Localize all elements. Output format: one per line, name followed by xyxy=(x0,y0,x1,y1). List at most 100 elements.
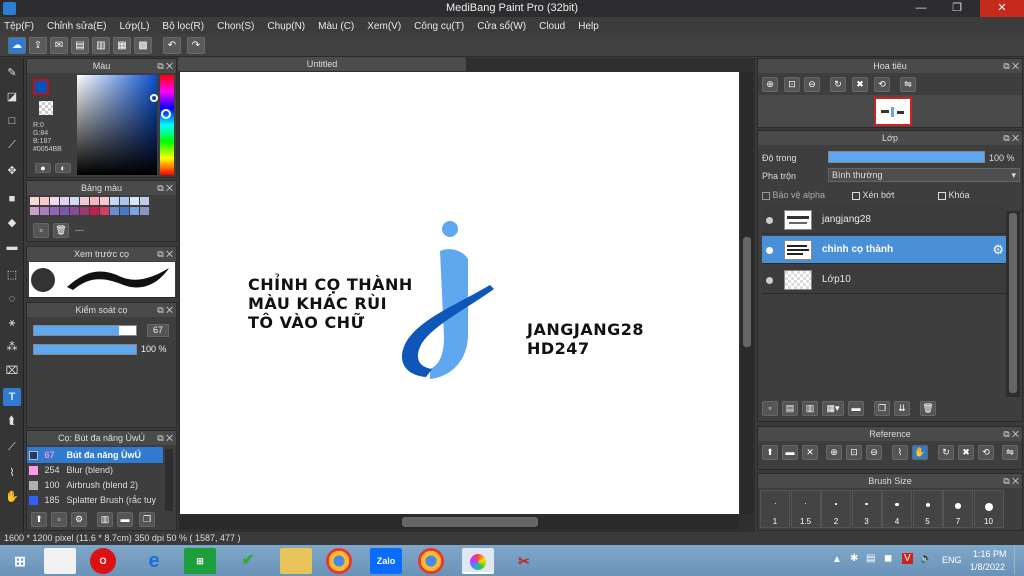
reference-fit-icon[interactable]: ⊡ xyxy=(846,445,862,460)
panel-close-icon[interactable]: ⧉ ✕ xyxy=(157,431,173,445)
internet-explorer-icon[interactable]: e xyxy=(138,548,170,574)
brush-size-cell[interactable]: 10 xyxy=(973,490,1004,528)
duplicate-brush-icon[interactable]: ❐ xyxy=(139,512,155,527)
menu-filter[interactable]: Bộ lọc(R) xyxy=(162,21,204,32)
brush-folder-icon[interactable]: ▬ xyxy=(117,512,133,527)
canvas-paper[interactable]: CHỈNH CỌ THÀNH MÀU KHÁC RÙI TÔ VÀO CHỮ J… xyxy=(180,72,739,514)
cloud-icon[interactable]: ☁ xyxy=(8,37,26,54)
minimize-button[interactable]: — xyxy=(906,0,936,17)
tray-chevron-icon[interactable]: ▲ xyxy=(832,554,842,565)
panel-close-icon[interactable]: ⧉ ✕ xyxy=(157,181,173,195)
merge-layer-icon[interactable]: ⇊ xyxy=(894,401,910,416)
menu-tools[interactable]: Công cụ(T) xyxy=(414,21,464,32)
color-swap-icon[interactable]: ◐ xyxy=(55,163,71,173)
layer-visibility-icon[interactable] xyxy=(766,247,773,254)
menu-select[interactable]: Chọn(S) xyxy=(217,21,254,32)
layer-opacity-slider[interactable] xyxy=(828,151,985,163)
protect-alpha-checkbox[interactable] xyxy=(762,191,770,200)
bitdefender-icon[interactable]: ✔ xyxy=(232,548,264,574)
hue-handle[interactable] xyxy=(161,109,171,119)
reference-rotate-reset-icon[interactable]: ⟲ xyxy=(978,445,994,460)
menu-color[interactable]: Màu (C) xyxy=(318,21,354,32)
layer-folder-icon[interactable]: ▬ xyxy=(848,401,864,416)
select-brush-icon[interactable]: ⁂ xyxy=(3,338,21,356)
operation-tool-icon[interactable]: ⮬ xyxy=(3,412,21,430)
panel-close-icon[interactable]: ⧉ ✕ xyxy=(157,303,173,317)
canvas-horizontal-scrollbar[interactable] xyxy=(180,515,739,529)
select-pen-icon[interactable]: ⟋ xyxy=(3,136,21,154)
chrome-profile-icon[interactable] xyxy=(418,548,444,574)
new-1bit-layer-icon[interactable]: ▥ xyxy=(802,401,818,416)
blend-mode-select[interactable]: Bình thường ▾ xyxy=(828,168,1020,182)
delete-layer-icon[interactable]: 🗑 xyxy=(920,401,936,416)
menu-window[interactable]: Cửa sổ(W) xyxy=(477,21,526,32)
panel-close-icon[interactable]: ⧉ ✕ xyxy=(1003,474,1019,488)
add-brush-icon[interactable]: ⬆ xyxy=(31,512,47,527)
shape-tool-icon[interactable]: ■ xyxy=(3,190,21,208)
delete-palette-icon[interactable]: 🗑 xyxy=(53,223,69,238)
tray-time[interactable]: 1:16 PM xyxy=(973,549,1007,559)
layer-visibility-icon[interactable] xyxy=(766,217,773,224)
grid-icon[interactable]: ▩ xyxy=(134,37,152,54)
rect-select-icon[interactable]: ⬚ xyxy=(3,266,21,284)
primary-color-swatch[interactable] xyxy=(33,79,49,95)
secondary-color-swatch[interactable] xyxy=(39,101,53,115)
menu-view[interactable]: Xem(V) xyxy=(367,21,401,32)
brush-list-scrollbar[interactable] xyxy=(165,449,173,511)
layer-row[interactable]: chỉnh cọ thành ⚙ xyxy=(762,236,1006,264)
dot-tool-icon[interactable]: □ xyxy=(3,112,21,130)
select-eraser-icon[interactable]: ⌧ xyxy=(3,362,21,380)
chrome-icon[interactable] xyxy=(326,548,352,574)
color-picker-handle[interactable] xyxy=(150,94,158,102)
brush-item[interactable]: 254 Blur (blend) xyxy=(29,463,161,478)
tray-app-icon[interactable]: ◼ xyxy=(884,553,892,564)
tray-v-icon[interactable]: V xyxy=(902,553,913,564)
store-icon[interactable]: ⊞ xyxy=(184,548,216,574)
divide-tool-icon[interactable]: ⟋ xyxy=(3,438,21,456)
hand-tool-icon[interactable]: ✋ xyxy=(3,488,21,506)
nav-fit-icon[interactable]: ⊡ xyxy=(784,77,800,92)
reference-reset-icon[interactable]: ✖ xyxy=(958,445,974,460)
redo-icon[interactable]: ↷ xyxy=(187,37,205,54)
brush-size-cell[interactable]: 3 xyxy=(851,490,882,528)
eyedropper-icon[interactable]: ⌇ xyxy=(3,464,21,482)
new-layer-icon[interactable]: ▫ xyxy=(762,401,778,416)
panel-close-icon[interactable]: ⧉ ✕ xyxy=(1003,427,1019,441)
reference-hand-icon[interactable]: ✋ xyxy=(912,445,928,460)
tray-language[interactable]: ENG xyxy=(942,555,962,565)
manga-icon[interactable]: ▦ xyxy=(113,37,131,54)
tray-bluetooth-icon[interactable]: ✱ xyxy=(850,553,858,564)
brush-size-cell[interactable]: 1 xyxy=(760,490,790,528)
brush-size-cell[interactable]: 1.5 xyxy=(790,490,821,528)
move-tool-icon[interactable]: ✥ xyxy=(3,162,21,180)
brush-size-slider[interactable] xyxy=(33,325,137,336)
opera-icon[interactable]: O xyxy=(90,548,116,574)
menu-cloud[interactable]: Cloud xyxy=(539,21,565,32)
reference-zoom-in-icon[interactable]: ⊕ xyxy=(826,445,842,460)
copy-brush-icon[interactable]: ▥ xyxy=(97,512,113,527)
saturation-value-picker[interactable] xyxy=(77,75,157,175)
zalo-icon[interactable]: Zalo xyxy=(370,548,402,574)
eraser-tool-icon[interactable]: ◪ xyxy=(3,88,21,106)
brush-item[interactable]: 100 Airbrush (blend 2) xyxy=(29,478,161,493)
menu-file[interactable]: Tệp(F) xyxy=(4,21,34,32)
color-tool-icon[interactable]: ● xyxy=(35,163,51,173)
brush-opacity-slider[interactable] xyxy=(33,344,137,355)
brush-settings-icon[interactable]: ⚙ xyxy=(71,512,87,527)
canvas-vertical-scrollbar[interactable] xyxy=(741,72,753,514)
close-button[interactable]: ✕ xyxy=(980,0,1024,17)
add-palette-icon[interactable]: ▫ xyxy=(33,223,49,238)
windows-start-icon[interactable]: ⊞ xyxy=(4,548,36,574)
reference-eyedropper-icon[interactable]: ⌇ xyxy=(892,445,908,460)
medibang-icon[interactable] xyxy=(462,548,494,574)
tray-network-icon[interactable]: ▤ xyxy=(866,553,875,564)
text-tool-icon[interactable]: T xyxy=(3,388,21,406)
brush-tool-icon[interactable]: ✎ xyxy=(3,64,21,82)
paint-tool-icon[interactable]: ✂ xyxy=(508,548,540,574)
clipping-checkbox[interactable] xyxy=(852,191,860,200)
comment-icon[interactable]: ▤ xyxy=(71,37,89,54)
file-explorer-icon[interactable] xyxy=(280,548,312,574)
nav-zoom-in-icon[interactable]: ⊕ xyxy=(762,77,778,92)
gradient-tool-icon[interactable]: ▬ xyxy=(3,238,21,256)
nav-zoom-out-icon[interactable]: ⊖ xyxy=(804,77,820,92)
